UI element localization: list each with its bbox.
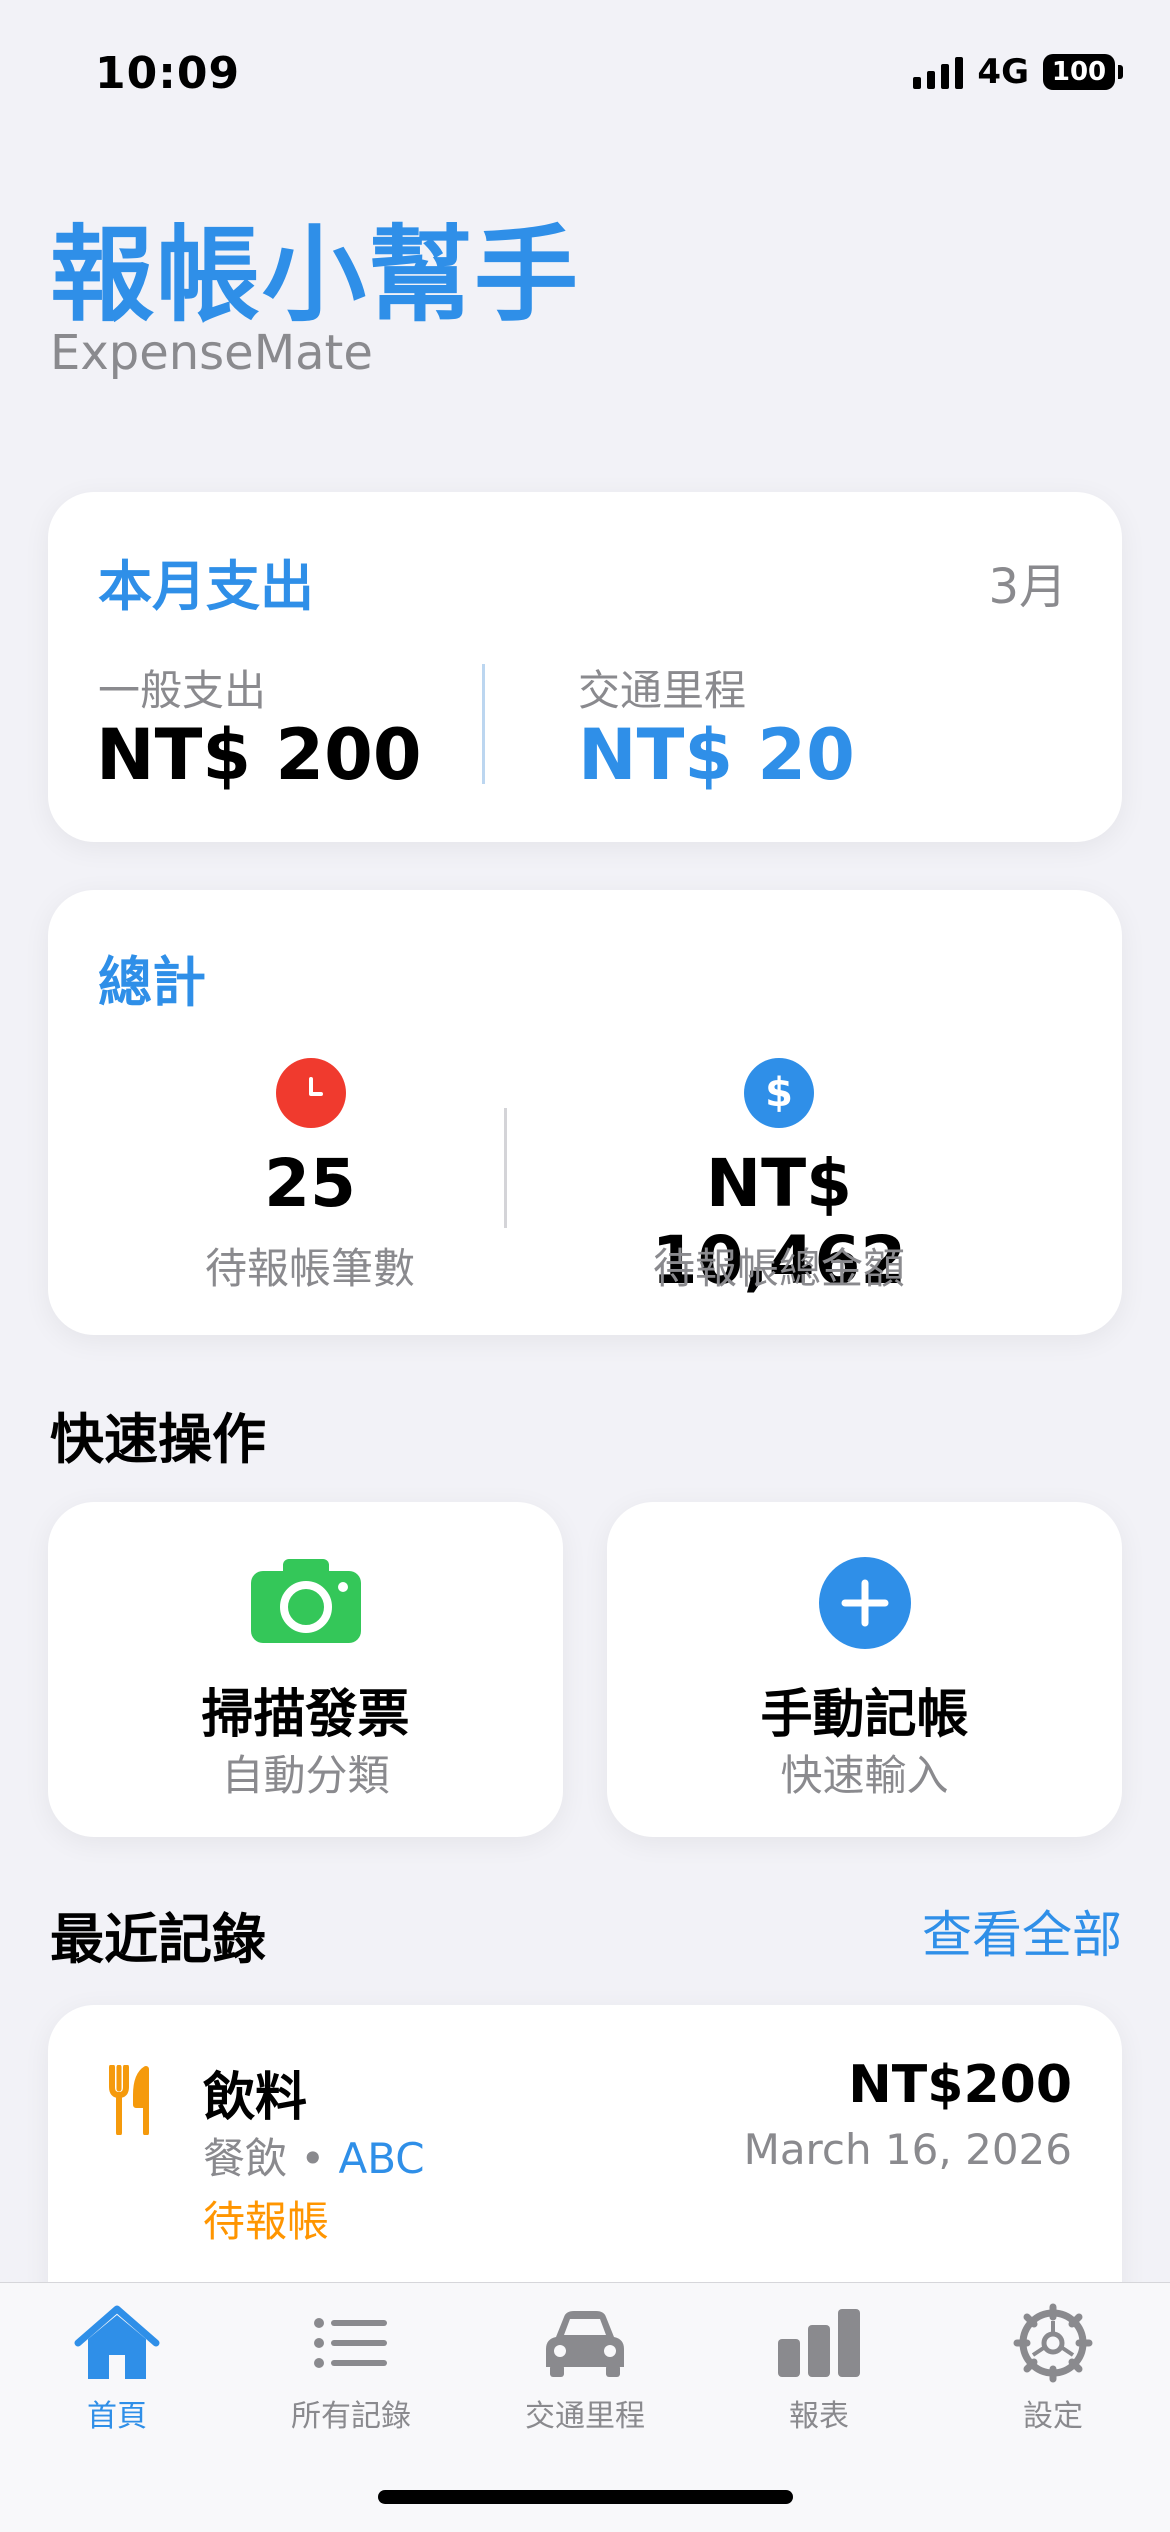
fork-knife-icon	[108, 2064, 154, 2139]
tab-label: 首頁	[87, 2399, 147, 2434]
home-screen: 10:09 4G 100 報帳小幫手 ExpenseMate 本月支出 3月 一…	[0, 0, 1170, 2532]
house-icon	[74, 2305, 160, 2379]
record-title: 飲料	[203, 2068, 308, 2128]
quick-actions-title: 快速操作	[50, 1408, 266, 1471]
app-title: 報帳小幫手	[50, 214, 581, 336]
status-bar: 10:09 4G 100	[0, 0, 1170, 140]
tab-mileage[interactable]: 交通里程	[468, 2303, 702, 2463]
home-indicator	[378, 2490, 793, 2504]
record-amount: NT$200	[848, 2055, 1072, 2115]
month-label: 3月	[988, 559, 1067, 615]
totals-title: 總計	[98, 951, 206, 1014]
manual-entry-subtitle: 快速輸入	[780, 1751, 949, 1800]
battery-icon: 100	[1043, 54, 1123, 90]
divider	[482, 664, 485, 784]
network-type: 4G	[977, 52, 1029, 92]
see-all-link[interactable]: 查看全部	[922, 1895, 1122, 1967]
monthly-expense-card[interactable]: 本月支出 3月 一般支出 NT$ 200 交通里程 NT$ 20	[48, 492, 1122, 842]
monthly-expense-title: 本月支出	[98, 555, 314, 618]
general-expense-label: 一般支出	[98, 666, 267, 715]
tab-settings[interactable]: 設定	[936, 2303, 1170, 2463]
tab-home[interactable]: 首頁	[0, 2303, 234, 2463]
record-category: 餐飲	[203, 2134, 288, 2183]
tab-reports[interactable]: 報表	[702, 2303, 936, 2463]
record-tag: ABC	[338, 2134, 425, 2183]
tab-all-records[interactable]: 所有記錄	[234, 2303, 468, 2463]
list-icon	[314, 2318, 387, 2368]
bar-chart-icon	[778, 2309, 860, 2377]
record-separator: •	[287, 2134, 339, 2183]
car-icon	[546, 2311, 624, 2377]
scan-invoice-button[interactable]: 掃描發票 自動分類	[48, 1502, 563, 1837]
manual-entry-button[interactable]: 手動記帳 快速輸入	[607, 1502, 1122, 1837]
status-time: 10:09	[95, 48, 241, 99]
mileage-value: NT$ 20	[578, 714, 855, 796]
record-status: 待報帳	[203, 2197, 330, 2246]
tab-label: 報表	[789, 2399, 849, 2434]
status-indicators: 4G 100	[913, 52, 1123, 92]
pending-count-label: 待報帳筆數	[204, 1244, 415, 1293]
scan-invoice-subtitle: 自動分類	[221, 1751, 390, 1800]
pending-count-value: 25	[264, 1145, 356, 1222]
totals-card: 總計 25 待報帳筆數 $ NT$ 10,462 待報帳總金額	[48, 890, 1122, 1335]
manual-entry-title: 手動記帳	[760, 1685, 969, 1745]
record-meta: 餐飲 • ABC	[203, 2125, 425, 2186]
recent-records-title: 最近記錄	[50, 1908, 266, 1971]
app-subtitle: ExpenseMate	[50, 325, 373, 381]
pending-amount-label: 待報帳總金額	[652, 1244, 905, 1293]
signal-icon	[913, 55, 964, 89]
plus-icon	[818, 1557, 911, 1653]
record-date: March 16, 2026	[743, 2125, 1072, 2174]
clock-icon	[276, 1058, 346, 1128]
divider	[504, 1108, 507, 1228]
general-expense-value: NT$ 200	[96, 714, 422, 796]
camera-icon	[250, 1557, 361, 1647]
gear-icon	[1013, 2303, 1093, 2383]
scan-invoice-title: 掃描發票	[201, 1685, 410, 1745]
mileage-label: 交通里程	[578, 666, 747, 715]
tab-label: 所有記錄	[291, 2399, 411, 2434]
dollar-icon: $	[744, 1058, 814, 1128]
tab-label: 交通里程	[525, 2399, 645, 2434]
tab-label: 設定	[1023, 2399, 1083, 2434]
